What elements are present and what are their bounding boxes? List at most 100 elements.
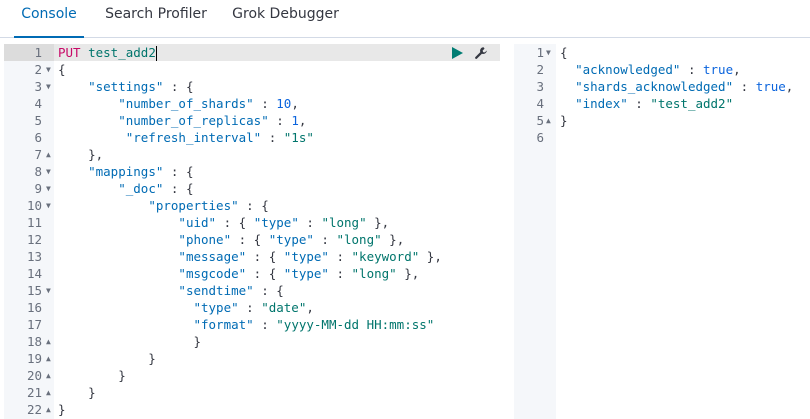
line-number: 6 [536,130,544,145]
code-token: } [58,334,201,349]
code-line: } [54,367,500,384]
code-line: } [54,401,500,418]
line-number: 3 [34,79,42,94]
fold-close-icon[interactable]: ▲ [46,350,51,367]
fold-open-icon[interactable]: ▼ [46,197,51,214]
request-code[interactable]: PUT test_add2{ "settings" : { "number_of… [54,44,500,419]
code-token: "acknowledged" [575,62,681,77]
code-token: "settings" [88,79,164,94]
code-token: : [733,79,756,94]
fold-open-icon[interactable]: ▼ [46,78,51,95]
line-number: 18 [26,334,42,349]
code-token: "_doc" [118,181,164,196]
line-number: 17 [26,317,42,332]
line-number: 2 [34,62,42,77]
line-number: 13 [26,249,42,264]
code-token: "1s" [283,130,314,145]
code-token: "number_of_replicas" [118,113,269,128]
code-token: "keyword" [351,249,420,264]
code-token: : [253,96,277,111]
fold-close-icon[interactable]: ▲ [46,367,51,384]
fold-close-icon[interactable]: ▲ [46,333,51,350]
code-token: "index" [575,96,628,111]
request-editor[interactable]: 1 2 ▼ 3 ▼ 4 5 6 7 ▲ 8 ▼ 9 ▼ 10 ▼ 11 12 13 14 15 ▼ 16 17 18 ▲ 19 ▲ 20… [4,44,500,419]
code-line: } [54,384,500,401]
code-line: PUT test_add2 [54,44,500,61]
code-token: "sendtime" [178,283,254,298]
code-token: : [238,300,262,315]
line-number: 6 [34,130,42,145]
tab-console[interactable]: Console [14,0,84,38]
code-token: : [268,113,292,128]
line-number: 19 [26,351,42,366]
code-line: { [556,44,810,61]
tab-grok-debugger[interactable]: Grok Debugger [228,0,343,38]
code-token: }, [58,147,104,162]
code-token: }, [381,232,405,247]
code-token: : { [163,79,194,94]
code-token: "mappings" [88,164,164,179]
code-token: "long" [351,266,397,281]
fold-open-icon[interactable]: ▼ [546,44,551,61]
code-token: true [755,79,786,94]
code-line: "type" : "date", [54,299,500,316]
code-token: 1 [291,113,299,128]
wrench-icon[interactable] [474,46,488,60]
fold-close-icon[interactable]: ▲ [46,384,51,401]
fold-close-icon[interactable]: ▲ [46,146,51,163]
code-line: "number_of_shards" : 10, [54,95,500,112]
code-line: } [54,350,500,367]
code-token: true [703,62,734,77]
code-line: "mappings" : { [54,163,500,180]
code-token: "date" [261,300,307,315]
code-token: : { [231,232,269,247]
fold-open-icon[interactable]: ▼ [46,180,51,197]
code-token: PUT [58,45,81,60]
code-line: "refresh_interval" : "1s" [54,129,500,146]
code-token: "message" [178,249,247,264]
line-number: 4 [536,96,544,111]
code-line: } [556,112,810,129]
code-token: "number_of_shards" [118,96,254,111]
code-line: "_doc" : { [54,180,500,197]
pane-divider[interactable] [500,44,514,419]
tab-search-profiler[interactable]: Search Profiler [100,0,212,38]
code-line: { [54,61,500,78]
line-number: 10 [26,198,42,213]
fold-open-icon[interactable]: ▼ [46,61,51,78]
fold-close-icon[interactable]: ▲ [546,112,551,129]
fold-open-icon[interactable]: ▼ [46,282,51,299]
fold-close-icon[interactable]: ▲ [46,401,51,418]
line-number: 15 [26,283,42,298]
text-cursor [155,46,157,61]
code-token: { [560,45,568,60]
code-token: { [58,62,66,77]
fold-open-icon[interactable]: ▼ [46,163,51,180]
code-token: "phone" [178,232,232,247]
code-line: "number_of_replicas" : 1, [54,112,500,129]
code-token: "test_add2" [650,96,734,111]
code-token: }, [366,215,390,230]
code-token: : { [216,215,254,230]
code-token: } [58,402,66,417]
code-token: } [58,368,126,383]
play-icon[interactable] [450,46,464,60]
code-token: "yyyy-MM-dd HH:mm:ss" [276,317,435,332]
request-gutter: 1 2 ▼ 3 ▼ 4 5 6 7 ▲ 8 ▼ 9 ▼ 10 ▼ 11 12 13 14 15 ▼ 16 17 18 ▲ 19 ▲ 20… [4,44,54,419]
line-number: 20 [26,368,42,383]
line-number: 21 [26,385,42,400]
